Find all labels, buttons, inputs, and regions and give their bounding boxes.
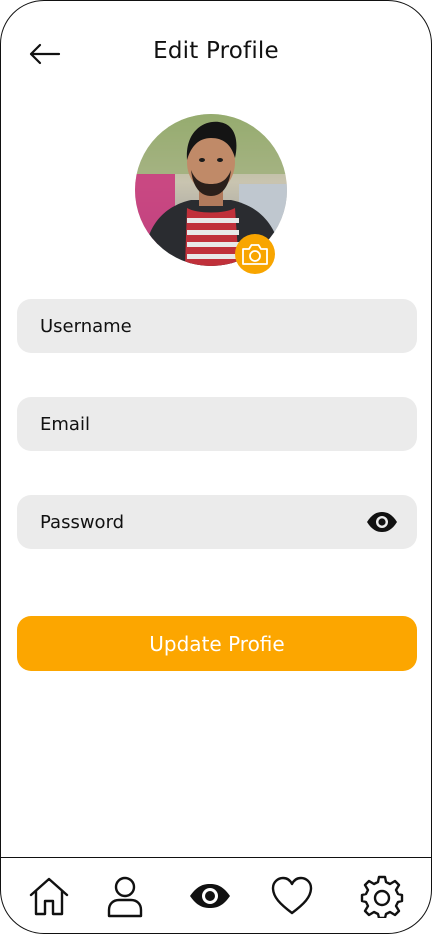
avatar-section bbox=[135, 114, 287, 274]
phone-frame: Edit Profile Username Email Update Profi… bbox=[0, 0, 432, 934]
email-input[interactable] bbox=[17, 397, 417, 451]
eye-icon bbox=[367, 512, 397, 532]
home-icon bbox=[29, 877, 69, 916]
update-profile-button[interactable]: Update Profie bbox=[17, 616, 417, 671]
camera-icon bbox=[242, 244, 268, 265]
change-photo-button[interactable] bbox=[235, 234, 275, 274]
heart-icon bbox=[271, 876, 313, 915]
nav-item-profile[interactable] bbox=[103, 874, 147, 918]
header: Edit Profile bbox=[1, 29, 431, 79]
password-field-container bbox=[17, 495, 417, 549]
bottom-nav bbox=[1, 857, 431, 933]
username-field-container bbox=[17, 299, 417, 353]
nav-item-view[interactable] bbox=[188, 874, 232, 918]
nav-item-favorites[interactable] bbox=[270, 874, 314, 918]
nav-item-settings[interactable] bbox=[360, 874, 404, 920]
nav-item-home[interactable] bbox=[27, 874, 71, 918]
email-field-container bbox=[17, 397, 417, 451]
password-visibility-toggle[interactable] bbox=[365, 509, 399, 535]
settings-icon bbox=[360, 875, 404, 920]
page-title: Edit Profile bbox=[153, 38, 279, 64]
eye-icon bbox=[190, 884, 230, 908]
password-input[interactable] bbox=[17, 495, 417, 549]
username-input[interactable] bbox=[17, 299, 417, 353]
user-icon bbox=[107, 876, 143, 918]
